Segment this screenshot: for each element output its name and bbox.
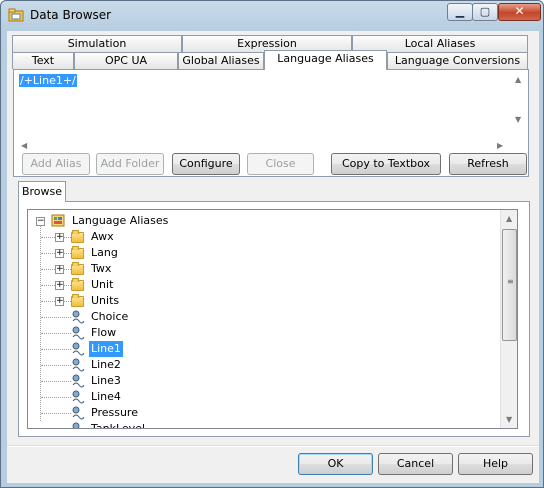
tab-label: Expression	[237, 37, 297, 50]
folder-icon	[71, 278, 84, 291]
expand-icon[interactable]: +	[55, 233, 64, 242]
configure-button[interactable]: Configure	[172, 153, 240, 175]
tab-opc-ua[interactable]: OPC UA	[74, 52, 178, 69]
folder-icon	[71, 230, 84, 243]
tree-item-label: Line4	[91, 390, 121, 403]
refresh-button[interactable]: Refresh	[449, 153, 527, 175]
scroll-left-icon[interactable]: ◀	[21, 141, 27, 150]
dialog-client: Simulation Expression Local Aliases Text…	[7, 31, 539, 483]
database-icon	[51, 214, 65, 227]
dialog-window: Data Browser ▁ ▢ ✕ Simulation Expression…	[0, 0, 544, 488]
minimize-icon: ▁	[455, 5, 465, 18]
tab-browse[interactable]: Browse	[18, 181, 66, 202]
editor-value[interactable]: /+Line1+/	[19, 74, 77, 87]
tab-language-aliases[interactable]: Language Aliases	[264, 50, 387, 70]
tree-item-label: Flow	[91, 326, 117, 339]
help-button[interactable]: Help	[458, 453, 533, 475]
grip-icon: ≡	[507, 277, 514, 286]
tree-item-label: Units	[91, 294, 120, 307]
copy-to-textbox-button[interactable]: Copy to Textbox	[331, 153, 441, 175]
scroll-down-icon[interactable]: ▼	[506, 415, 512, 424]
alias-tree[interactable]: − Language Aliases + Awx + Lang + Twx + …	[27, 209, 518, 429]
ok-button[interactable]: OK	[298, 453, 373, 475]
tree-connector	[40, 221, 41, 421]
tree-item-label: Lang	[91, 246, 118, 259]
expand-icon[interactable]: +	[55, 297, 64, 306]
close-button[interactable]: Close	[247, 153, 314, 175]
footer-divider	[7, 445, 539, 447]
expand-icon[interactable]: +	[55, 249, 64, 258]
scroll-thumb[interactable]: ≡	[502, 229, 517, 341]
tree-item-label: Twx	[91, 262, 112, 275]
scroll-down-icon[interactable]: ▼	[515, 115, 521, 124]
tab-label: Simulation	[67, 37, 127, 50]
tree-vertical-scrollbar[interactable]: ▲ ≡ ▼	[500, 210, 517, 428]
maximize-button[interactable]: ▢	[472, 3, 498, 21]
tree-item-label: Awx	[91, 230, 114, 243]
expand-icon[interactable]: +	[55, 281, 64, 290]
alias-icon	[72, 390, 85, 404]
folder-app-icon	[8, 8, 24, 22]
tab-language-conversions[interactable]: Language Conversions	[387, 52, 528, 69]
maximize-icon: ▢	[479, 5, 491, 18]
tree-item-label: TankLevel	[91, 422, 146, 429]
tab-label: OPC UA	[104, 54, 148, 67]
tree-connector	[41, 317, 71, 318]
alias-icon	[72, 406, 85, 420]
tree-item-label: Choice	[91, 310, 129, 323]
tree-item-label: Line2	[91, 358, 121, 371]
add-folder-button[interactable]: Add Folder	[96, 153, 164, 175]
minimize-button[interactable]: ▁	[447, 3, 473, 21]
alias-icon	[72, 342, 85, 356]
collapse-icon[interactable]: −	[36, 217, 45, 226]
tree-connector	[41, 381, 71, 382]
folder-icon	[71, 262, 84, 275]
alias-icon	[72, 326, 85, 340]
tab-simulation[interactable]: Simulation	[12, 35, 182, 52]
tree-item-label: Pressure	[91, 406, 138, 419]
alias-icon	[72, 422, 80, 428]
tab-label: Language Conversions	[394, 54, 521, 67]
tree-connector	[41, 333, 71, 334]
alias-icon	[72, 310, 85, 324]
alias-icon	[72, 358, 85, 372]
tree-connector	[41, 413, 71, 414]
tab-label: Global Aliases	[182, 54, 260, 67]
alias-icon	[72, 374, 85, 388]
folder-icon	[71, 294, 84, 307]
tree-root-label: Language Aliases	[72, 214, 169, 227]
tab-global-aliases[interactable]: Global Aliases	[178, 52, 264, 69]
tab-label: Language Aliases	[277, 52, 374, 65]
tree-connector	[41, 365, 71, 366]
alias-text-editor[interactable]: /+Line1+/ ▲ ▼ ◀ ▶	[17, 73, 527, 155]
tab-label: Local Aliases	[404, 37, 476, 50]
tree-item-label-selected: Line1	[89, 341, 123, 357]
close-icon: ✕	[514, 4, 525, 18]
window-title: Data Browser	[30, 8, 112, 22]
scroll-up-icon[interactable]: ▲	[506, 214, 512, 223]
tree-connector	[41, 397, 71, 398]
scroll-right-icon[interactable]: ▶	[497, 141, 503, 150]
tree-item-label: Unit	[91, 278, 114, 291]
tab-text[interactable]: Text	[12, 52, 74, 69]
tab-label: Text	[31, 54, 55, 67]
tree-connector	[41, 349, 71, 350]
add-alias-button[interactable]: Add Alias	[22, 153, 90, 175]
editor-vertical-scrollbar[interactable]: ▲ ▼	[510, 73, 527, 128]
tree-item-label: Line3	[91, 374, 121, 387]
title-bar[interactable]: Data Browser ▁ ▢ ✕	[1, 1, 543, 31]
folder-icon	[71, 246, 84, 259]
scroll-up-icon[interactable]: ▲	[515, 75, 521, 84]
expand-icon[interactable]: +	[55, 265, 64, 274]
close-window-button[interactable]: ✕	[498, 3, 541, 21]
cancel-button[interactable]: Cancel	[378, 453, 453, 475]
